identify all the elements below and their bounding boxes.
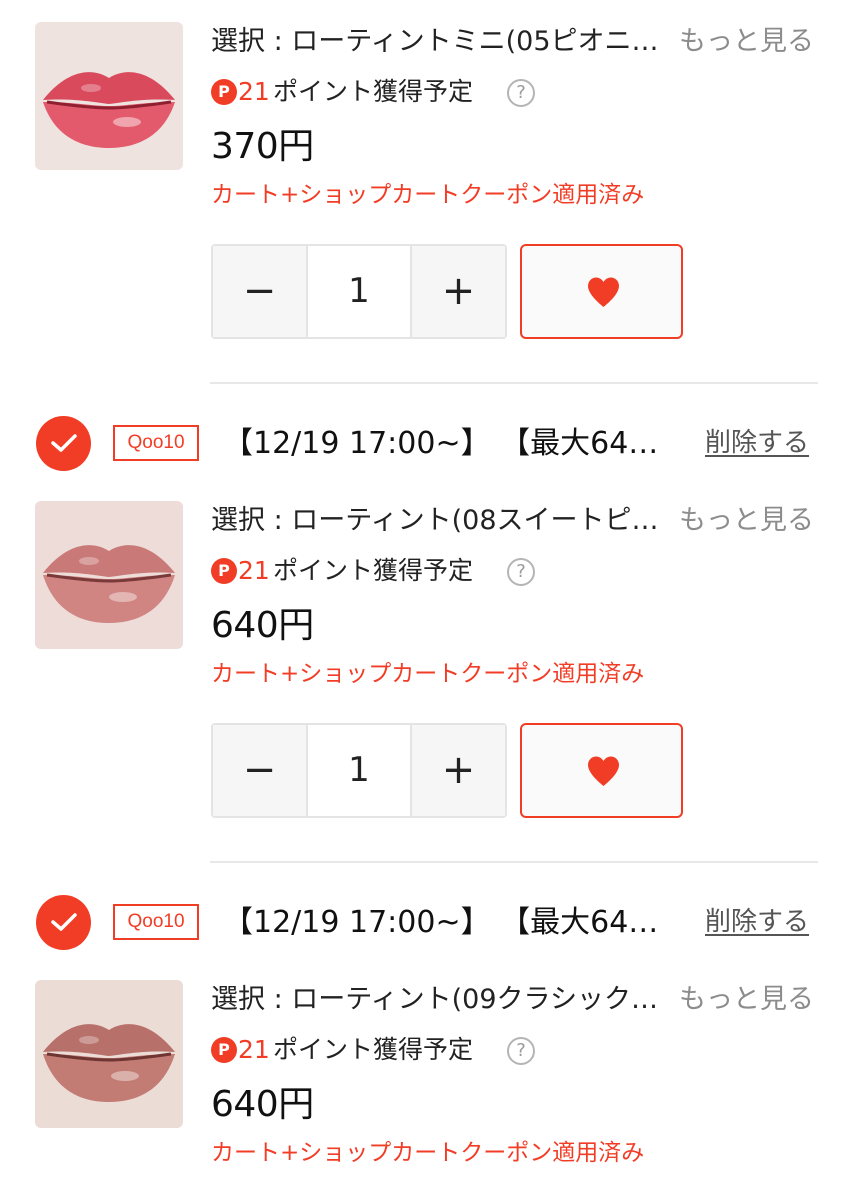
favorite-button[interactable] <box>520 723 683 818</box>
shop-badge: Qoo10 <box>113 425 199 461</box>
lip-image <box>35 501 183 649</box>
increase-quantity-button[interactable]: + <box>410 725 505 816</box>
increase-quantity-button[interactable]: + <box>410 246 505 337</box>
selected-option: 選択 : ローティントミニ(05ピオニーマット) <box>211 26 673 57</box>
points-label: ポイント獲得予定 <box>273 77 474 106</box>
quantity-value[interactable]: 1 <box>310 246 408 337</box>
points-p-icon: P <box>211 558 237 584</box>
option-line: 選択 : ローティント(08スイートピーチ) もっと見る <box>211 501 821 541</box>
heart-icon <box>588 277 619 307</box>
help-icon[interactable]: ? <box>507 79 535 107</box>
delete-link[interactable]: 削除する <box>705 423 809 463</box>
item-price: 640円 <box>211 1084 314 1125</box>
delete-link[interactable]: 削除する <box>705 902 809 942</box>
points-value: 21 <box>238 1035 270 1064</box>
item-title[interactable]: 【12/19 17:00~】 【最大64%OFF】 <box>223 422 668 466</box>
product-thumbnail[interactable] <box>35 22 183 170</box>
quantity-stepper: − 1 + <box>211 244 507 339</box>
item-price: 370円 <box>211 126 314 167</box>
points-value: 21 <box>238 77 270 106</box>
checkmark-icon <box>51 434 77 452</box>
points-info: P 21 ポイント獲得予定 ? <box>211 553 551 589</box>
favorite-button[interactable] <box>520 244 683 339</box>
coupon-applied-text: カート+ショップカートクーポン適用済み <box>211 182 645 208</box>
shop-badge: Qoo10 <box>113 904 199 940</box>
points-label: ポイント獲得予定 <box>273 556 474 585</box>
item-title[interactable]: 【12/19 17:00~】 【最大64%OFF】 <box>223 901 668 945</box>
option-line: 選択 : ローティント(09クラシックローズ) もっと見る <box>211 980 821 1020</box>
item-select-checkbox[interactable] <box>36 416 91 471</box>
points-label: ポイント獲得予定 <box>273 1035 474 1064</box>
decrease-quantity-button[interactable]: − <box>213 246 308 337</box>
see-more-link[interactable]: もっと見る <box>679 980 814 1020</box>
coupon-applied-text: カート+ショップカートクーポン適用済み <box>211 661 645 687</box>
lip-image <box>35 22 183 170</box>
see-more-link[interactable]: もっと見る <box>679 501 814 541</box>
item-price: 640円 <box>211 605 314 646</box>
points-p-icon: P <box>211 1037 237 1063</box>
points-info: P 21 ポイント獲得予定 ? <box>211 74 551 110</box>
heart-icon <box>588 756 619 786</box>
product-thumbnail[interactable] <box>35 980 183 1128</box>
quantity-stepper: − 1 + <box>211 723 507 818</box>
item-divider <box>210 861 818 863</box>
item-divider <box>210 382 818 384</box>
points-value: 21 <box>238 556 270 585</box>
help-icon[interactable]: ? <box>507 1037 535 1065</box>
points-info: P 21 ポイント獲得予定 ? <box>211 1032 551 1068</box>
see-more-link[interactable]: もっと見る <box>679 22 814 62</box>
option-line: 選択 : ローティントミニ(05ピオニーマット) もっと見る <box>211 22 821 62</box>
selected-option: 選択 : ローティント(09クラシックローズ) <box>211 984 673 1015</box>
coupon-applied-text: カート+ショップカートクーポン適用済み <box>211 1140 645 1166</box>
points-p-icon: P <box>211 79 237 105</box>
product-thumbnail[interactable] <box>35 501 183 649</box>
help-icon[interactable]: ? <box>507 558 535 586</box>
selected-option: 選択 : ローティント(08スイートピーチ) <box>211 505 673 536</box>
quantity-value[interactable]: 1 <box>310 725 408 816</box>
decrease-quantity-button[interactable]: − <box>213 725 308 816</box>
item-select-checkbox[interactable] <box>36 895 91 950</box>
lip-image <box>35 980 183 1128</box>
checkmark-icon <box>51 913 77 931</box>
